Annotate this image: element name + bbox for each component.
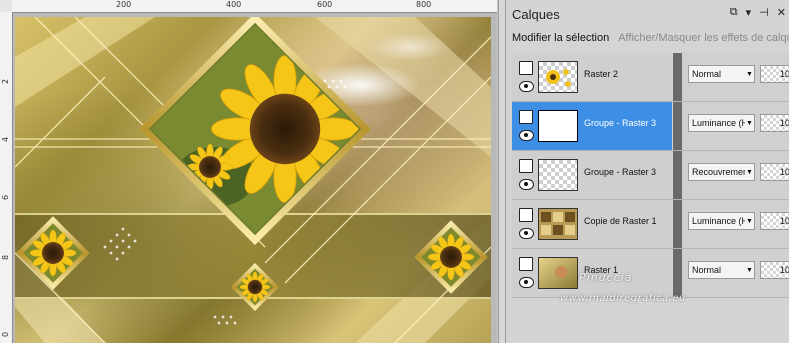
opacity-field[interactable]: 100 (760, 65, 789, 83)
opacity-field[interactable]: 100 (760, 261, 789, 279)
opacity-field[interactable]: 100 (760, 212, 789, 230)
ruler-label: 6 (1, 194, 10, 200)
layer-properties: Recouvrement▼ 100 (682, 151, 789, 199)
blend-mode-dropdown[interactable]: Luminance (H)▼ (688, 114, 755, 132)
layer-mask-icon[interactable] (519, 159, 533, 173)
opacity-field[interactable]: 100 (760, 163, 789, 181)
layer-mask-icon[interactable] (519, 110, 533, 124)
layer-main[interactable]: Groupe - Raster 3 (512, 102, 672, 150)
horizontal-ruler: 200 400 600 800 (12, 0, 497, 13)
modify-selection-button[interactable]: Modifier la sélection (512, 32, 609, 44)
ruler-label: 2 (1, 78, 10, 84)
layer-row[interactable]: Copie de Raster 1 Luminance (H)▼ 100 (512, 200, 789, 249)
layer-thumbnail (538, 110, 578, 142)
image-canvas[interactable] (13, 13, 497, 343)
ruler-label: 400 (226, 0, 242, 9)
layer-mask-icon[interactable] (519, 208, 533, 222)
ruler-label: 0 (1, 331, 10, 337)
layer-name: Raster 1 (584, 265, 619, 275)
chevron-down-icon: ▼ (746, 119, 753, 127)
ruler-label: 600 (317, 0, 333, 9)
layer-name: Raster 2 (584, 69, 619, 79)
panel-menu-icon[interactable]: ▾ (746, 6, 752, 19)
layer-divider (673, 151, 682, 199)
float-panel-icon[interactable]: ⧉ (730, 6, 738, 19)
layer-thumbnail (538, 208, 578, 240)
chevron-down-icon: ▼ (746, 266, 753, 274)
layer-divider (673, 102, 682, 150)
blend-mode-dropdown[interactable]: Normal ▼ (688, 65, 755, 83)
layers-toolbar: Modifier la sélection Afficher/Masquer le… (512, 32, 789, 44)
layer-thumbnail (538, 257, 578, 289)
layer-thumbnail (538, 61, 578, 93)
blend-mode-dropdown[interactable]: Normal ▼ (688, 261, 755, 279)
layers-list: Raster 2 Normal▼ 100 Groupe - Raster 3 L… (512, 53, 789, 343)
layer-row[interactable]: Raster 2 Normal▼ 100 (512, 53, 789, 102)
chevron-down-icon: ▼ (746, 70, 753, 78)
panel-controls: ⧉ ▾ ⊣ ✕ (730, 6, 786, 19)
layer-name: Copie de Raster 1 (584, 216, 657, 226)
ruler-label: 8 (1, 254, 10, 260)
layer-divider (673, 53, 682, 101)
layers-panel: Calques ⧉ ▾ ⊣ ✕ Modifier la sélection Aff… (505, 0, 789, 343)
ruler-label: 4 (1, 136, 10, 142)
ruler-label: 800 (416, 0, 432, 9)
pin-panel-icon[interactable]: ⊣ (759, 6, 769, 19)
layer-properties: Luminance (H)▼ 100 (682, 200, 789, 248)
visibility-eye-icon[interactable] (519, 277, 534, 288)
blend-mode-dropdown[interactable]: Recouvrement ▼ (688, 163, 755, 181)
layer-name: Groupe - Raster 3 (584, 167, 657, 177)
chevron-down-icon: ▼ (746, 168, 753, 176)
layer-thumbnail (538, 159, 578, 191)
visibility-eye-icon[interactable] (519, 228, 534, 239)
layer-name: Groupe - Raster 3 (584, 118, 657, 128)
ruler-label: 200 (116, 0, 132, 9)
layer-main[interactable]: Groupe - Raster 3 (512, 151, 672, 199)
close-panel-icon[interactable]: ✕ (777, 6, 786, 19)
layer-row[interactable]: Groupe - Raster 3 Luminance (H)▼ 100 (512, 102, 789, 151)
vertical-ruler: 2 4 6 8 0 (0, 12, 13, 343)
layer-row[interactable]: Groupe - Raster 3 Recouvrement▼ 100 (512, 151, 789, 200)
layer-mask-icon[interactable] (519, 257, 533, 271)
toggle-layer-effects-button[interactable]: Afficher/Masquer les effets de calque (618, 32, 789, 44)
opacity-field[interactable]: 100 (760, 114, 789, 132)
chevron-down-icon: ▼ (746, 217, 753, 225)
layer-properties: Luminance (H)▼ 100 (682, 102, 789, 150)
layer-row[interactable]: Raster 1 Normal▼ 100 (512, 249, 789, 298)
layer-divider (673, 200, 682, 248)
layer-mask-icon[interactable] (519, 61, 533, 75)
panel-title: Calques (512, 7, 560, 22)
layer-main[interactable]: Copie de Raster 1 (512, 200, 672, 248)
visibility-eye-icon[interactable] (519, 130, 534, 141)
layer-properties: Normal▼ 100 (682, 53, 789, 101)
blend-mode-dropdown[interactable]: Luminance (H)▼ (688, 212, 755, 230)
visibility-eye-icon[interactable] (519, 81, 534, 92)
layer-properties: Normal▼ 100 (682, 249, 789, 297)
visibility-eye-icon[interactable] (519, 179, 534, 190)
layer-main[interactable]: Raster 1 (512, 249, 672, 297)
artwork-image (15, 17, 491, 343)
layer-main[interactable]: Raster 2 (512, 53, 672, 101)
layer-divider (673, 249, 682, 297)
